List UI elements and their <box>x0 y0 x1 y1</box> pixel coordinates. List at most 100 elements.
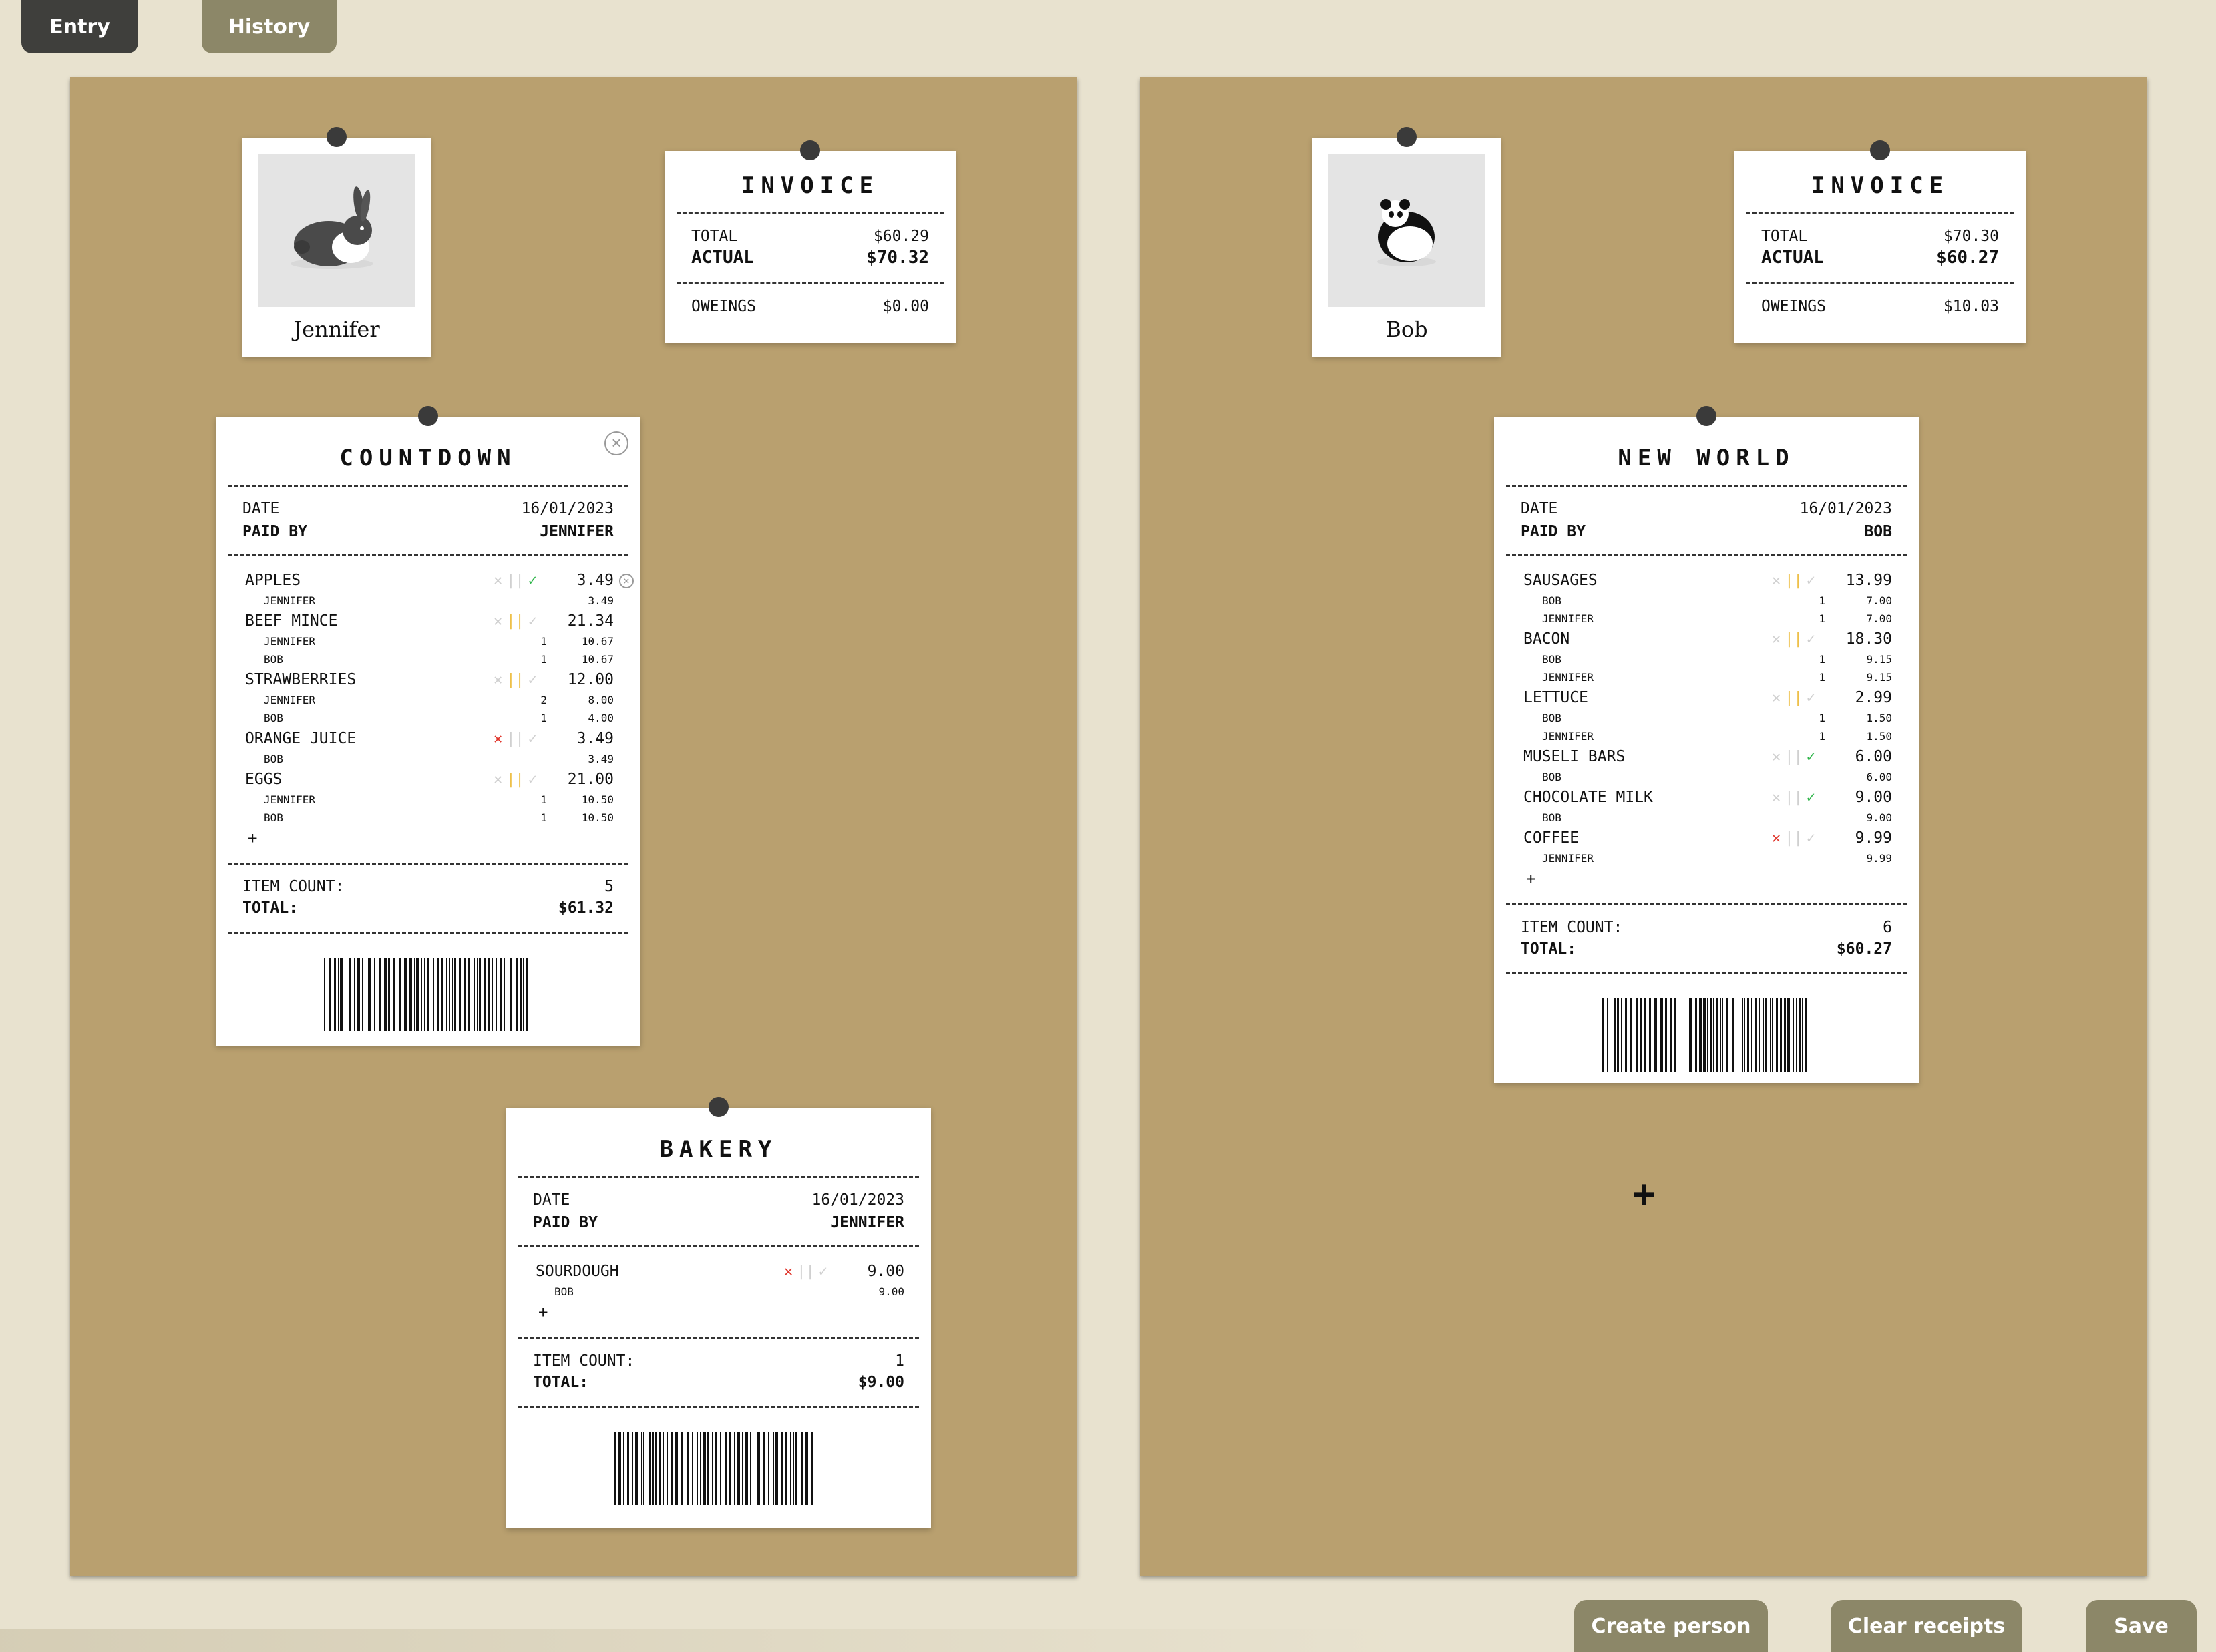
item-count-value: 5 <box>604 878 614 895</box>
item-price: 9.99 <box>1855 829 1892 847</box>
create-person-button[interactable]: Create person <box>1574 1600 1768 1652</box>
item-split-row: BOB 1 4.00 <box>245 709 614 727</box>
receipt-item[interactable]: SOURDOUGH ✕ || ✓ 9.00 <box>536 1260 904 1283</box>
item-split-row: BOB 1 7.00 <box>1523 592 1892 610</box>
item-price: 21.34 <box>567 612 614 630</box>
paid-by-value: JENNIFER <box>830 1214 904 1231</box>
remove-icon[interactable]: ✕ <box>494 613 502 630</box>
check-icon[interactable]: ✓ <box>1807 631 1815 648</box>
receipt-item[interactable]: COFFEE ✕ || ✓ 9.99 <box>1523 827 1892 849</box>
split-icon[interactable]: || <box>1785 749 1803 765</box>
remove-icon[interactable]: ✕ <box>1772 690 1781 706</box>
split-icon[interactable]: || <box>797 1263 815 1280</box>
tab-history[interactable]: History <box>202 0 337 53</box>
item-count-value: 1 <box>895 1352 904 1370</box>
item-count-label: ITEM COUNT: <box>533 1352 635 1370</box>
split-icon[interactable]: || <box>506 672 524 688</box>
divider <box>228 932 628 934</box>
receipt-item[interactable]: ORANGE JUICE ✕ || ✓ 3.49 <box>245 727 614 750</box>
item-price: 13.99 <box>1845 572 1892 589</box>
paid-by-row: PAID BY JENNIFER <box>242 523 614 540</box>
add-receipt-button[interactable]: + <box>1632 1175 1656 1215</box>
close-icon[interactable]: × <box>619 574 634 588</box>
add-item-button[interactable]: + <box>245 827 614 849</box>
split-icon[interactable]: || <box>1785 631 1803 648</box>
remove-icon[interactable]: ✕ <box>494 731 502 747</box>
split-amount: 10.67 <box>581 635 614 648</box>
check-icon[interactable]: ✓ <box>528 672 537 688</box>
check-icon[interactable]: ✓ <box>1807 789 1815 806</box>
remove-icon[interactable]: ✕ <box>784 1263 793 1280</box>
save-button[interactable]: Save <box>2086 1600 2197 1652</box>
split-icon[interactable]: || <box>1785 690 1803 706</box>
barcode <box>1602 998 1807 1072</box>
split-icon[interactable]: || <box>506 771 524 788</box>
check-icon[interactable]: ✓ <box>1807 690 1815 706</box>
receipt-card[interactable]: BAKERY DATE 16/01/2023 PAID BY JENNIFER SOURD… <box>506 1097 931 1528</box>
item-status-controls: ✕ || ✓ <box>494 771 547 788</box>
remove-icon[interactable]: ✕ <box>494 572 502 589</box>
receipt-item[interactable]: STRAWBERRIES ✕ || ✓ 12.00 <box>245 668 614 691</box>
remove-icon[interactable]: ✕ <box>1772 631 1781 648</box>
person-card[interactable]: Bob <box>1312 127 1501 357</box>
receipt-card[interactable]: × COUNTDOWN DATE 16/01/2023 PAID BY JENNIFER… <box>216 406 640 1046</box>
split-icon[interactable]: || <box>506 731 524 747</box>
tab-entry[interactable]: Entry <box>21 0 138 53</box>
item-split-row: BOB 1 1.50 <box>1523 709 1892 727</box>
split-icon[interactable]: || <box>506 572 524 589</box>
check-icon[interactable]: ✓ <box>1807 749 1815 765</box>
remove-icon[interactable]: ✕ <box>1772 830 1781 847</box>
divider <box>1506 972 1907 974</box>
item-count-value: 6 <box>1883 919 1892 936</box>
check-icon[interactable]: ✓ <box>528 613 537 630</box>
split-amount: 9.15 <box>1866 671 1892 684</box>
receipt-item[interactable]: BACON ✕ || ✓ 18.30 <box>1523 628 1892 650</box>
close-icon[interactable]: × <box>604 431 628 455</box>
item-price: 3.49 <box>576 730 614 747</box>
split-icon[interactable]: || <box>506 613 524 630</box>
remove-icon[interactable]: ✕ <box>494 672 502 688</box>
total-row: TOTAL: $60.27 <box>1521 940 1892 958</box>
panda-icon <box>1377 199 1436 266</box>
add-item-button[interactable]: + <box>536 1301 904 1323</box>
receipt-item[interactable]: CHOCOLATE MILK ✕ || ✓ 9.00 <box>1523 786 1892 809</box>
receipt-card[interactable]: NEW WORLD DATE 16/01/2023 PAID BY BOB SAUSAGE… <box>1494 406 1919 1083</box>
split-quantity: 1 <box>540 793 547 806</box>
split-icon[interactable]: || <box>1785 789 1803 806</box>
remove-icon[interactable]: ✕ <box>1772 749 1781 765</box>
item-split-row: BOB 9.00 <box>536 1283 904 1301</box>
remove-icon[interactable]: ✕ <box>494 771 502 788</box>
split-person: BOB <box>264 712 283 725</box>
check-icon[interactable]: ✓ <box>819 1263 827 1280</box>
item-count-label: ITEM COUNT: <box>242 878 345 895</box>
split-icon[interactable]: || <box>1785 572 1803 589</box>
item-status-controls: ✕ || ✓ <box>784 1263 838 1280</box>
paid-by-row: PAID BY JENNIFER <box>533 1214 904 1231</box>
split-icon[interactable]: || <box>1785 830 1803 847</box>
item-status-controls: ✕ || ✓ <box>494 731 547 747</box>
check-icon[interactable]: ✓ <box>1807 830 1815 847</box>
remove-icon[interactable]: ✕ <box>1772 789 1781 806</box>
person-card[interactable]: Jennifer <box>242 127 431 357</box>
clear-receipts-button[interactable]: Clear receipts <box>1831 1600 2022 1652</box>
receipt-item[interactable]: EGGS ✕ || ✓ 21.00 <box>245 768 614 791</box>
split-person: BOB <box>264 653 283 666</box>
check-icon[interactable]: ✓ <box>528 731 537 747</box>
invoice-total-value: $70.30 <box>1943 228 1999 245</box>
split-quantity: 1 <box>1819 712 1825 725</box>
total-label: TOTAL: <box>533 1374 589 1391</box>
check-icon[interactable]: ✓ <box>528 572 537 589</box>
check-icon[interactable]: ✓ <box>528 771 537 788</box>
add-item-button[interactable]: + <box>1523 867 1892 890</box>
receipt-item[interactable]: BEEF MINCE ✕ || ✓ 21.34 <box>245 610 614 632</box>
receipt-item[interactable]: LETTUCE ✕ || ✓ 2.99 <box>1523 686 1892 709</box>
receipt-item[interactable]: SAUSAGES ✕ || ✓ 13.99 <box>1523 569 1892 592</box>
receipt-item[interactable]: MUSELI BARS ✕ || ✓ 6.00 <box>1523 745 1892 768</box>
remove-icon[interactable]: ✕ <box>1772 572 1781 589</box>
split-amount: 7.00 <box>1866 594 1892 607</box>
pin-icon <box>1397 127 1417 147</box>
receipt-item[interactable]: APPLES ✕ || ✓ 3.49 × <box>245 569 634 592</box>
invoice-actual-value: $60.27 <box>1936 248 1999 268</box>
split-amount: 3.49 <box>588 753 614 765</box>
check-icon[interactable]: ✓ <box>1807 572 1815 589</box>
